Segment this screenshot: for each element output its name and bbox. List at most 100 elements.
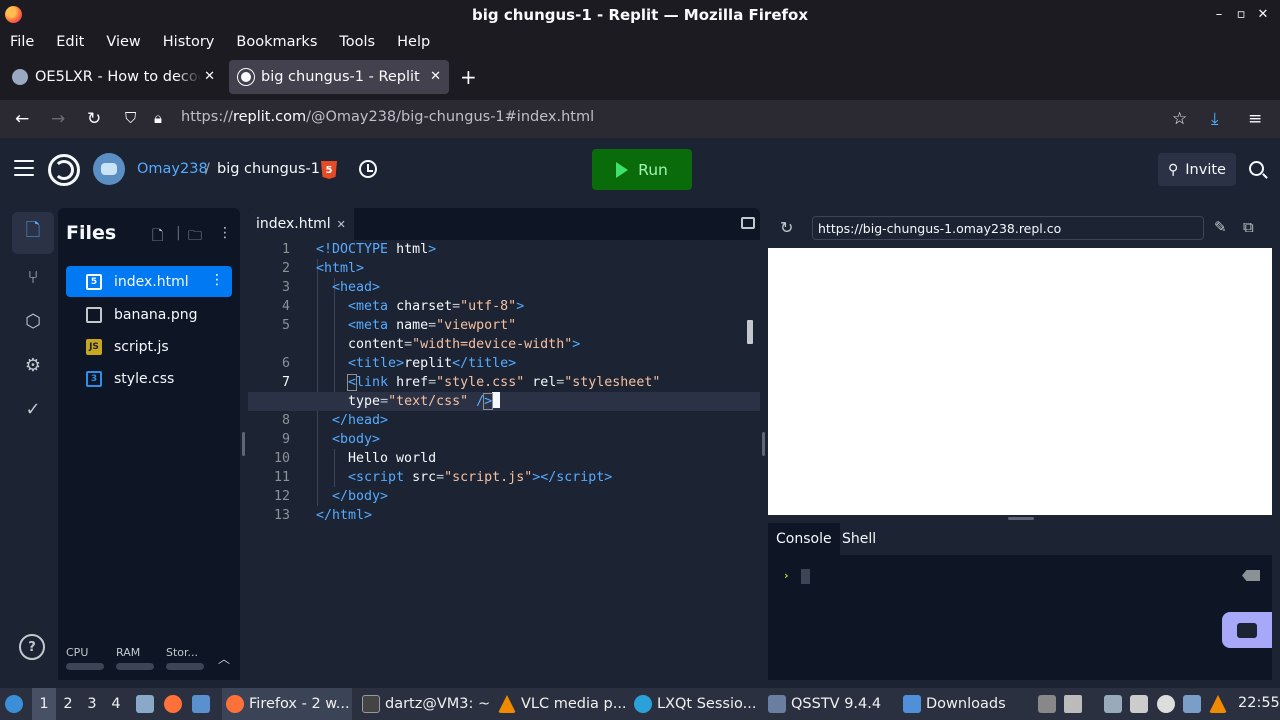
- history-clock-icon[interactable]: [359, 160, 377, 178]
- search-icon[interactable]: [1249, 161, 1264, 176]
- close-tab-icon[interactable]: ✕: [430, 69, 441, 84]
- close-editor-tab-icon[interactable]: ✕: [337, 218, 346, 231]
- files-more-icon[interactable]: ⋮: [218, 225, 232, 241]
- taskbar-item-downloads[interactable]: Downloads: [903, 688, 1006, 720]
- taskbar-item-qsstv[interactable]: QSSTV 9.4.4: [768, 688, 881, 720]
- webview-frame[interactable]: [768, 248, 1272, 515]
- menu-edit[interactable]: Edit: [56, 34, 84, 50]
- file-options-icon[interactable]: ⋮: [210, 272, 224, 288]
- menu-bookmarks[interactable]: Bookmarks: [236, 34, 317, 50]
- tray-clipboard-icon[interactable]: [1038, 695, 1056, 713]
- webview-url-field[interactable]: https://big-chungus-1.omay238.repl.co: [812, 216, 1204, 240]
- workspace-1[interactable]: 1: [32, 688, 56, 720]
- editor-scrollbar[interactable]: [747, 320, 753, 344]
- lock-icon[interactable]: 🔒︎: [154, 109, 162, 127]
- browser-tab-oe5lxr[interactable]: OE5LXR - How to decode ✕: [3, 60, 223, 94]
- downloads-arrow-icon[interactable]: ⤓: [1211, 109, 1219, 129]
- tray-updates-icon[interactable]: [1183, 695, 1201, 713]
- code-line-active: type="text/css" />: [248, 392, 760, 411]
- checkmark-icon[interactable]: ✓: [12, 388, 54, 430]
- refresh-icon[interactable]: ↻: [780, 218, 793, 237]
- hamburger-menu-icon[interactable]: [14, 160, 34, 176]
- user-avatar[interactable]: [93, 153, 125, 185]
- file-item-index-html[interactable]: 5 index.html ⋮: [66, 266, 232, 297]
- open-new-tab-icon[interactable]: ⧉: [1243, 218, 1254, 236]
- workspace-3[interactable]: 3: [80, 688, 104, 720]
- reload-icon[interactable]: ↻: [87, 109, 101, 129]
- html-file-icon: 5: [86, 273, 102, 290]
- workspace-2[interactable]: 2: [56, 688, 80, 720]
- close-tab-icon[interactable]: ✕: [204, 69, 215, 84]
- cpu-meter[interactable]: CPU: [66, 646, 104, 670]
- files-launcher-icon[interactable]: [136, 688, 159, 720]
- invite-button[interactable]: ⚲ Invite: [1158, 153, 1236, 186]
- editor-tab-index-html[interactable]: index.html ✕: [248, 208, 354, 240]
- tray-network-icon[interactable]: [1130, 695, 1148, 713]
- start-menu-icon[interactable]: [5, 688, 28, 720]
- chat-bubble-icon[interactable]: [1222, 612, 1272, 648]
- firefox-launcher-icon[interactable]: [164, 688, 187, 720]
- invite-label: Invite: [1185, 161, 1226, 178]
- console-input[interactable]: [801, 569, 810, 584]
- pencil-edit-icon[interactable]: ✎: [1214, 218, 1227, 236]
- repl-name[interactable]: big chungus-1: [217, 161, 320, 177]
- volume-icon[interactable]: [1064, 695, 1082, 713]
- settings-gear-icon[interactable]: ⚙: [12, 344, 54, 386]
- file-item-banana-png[interactable]: banana.png: [66, 299, 232, 330]
- tab-label: big chungus-1 - Replit: [261, 69, 420, 85]
- replit-logo-icon[interactable]: [48, 154, 80, 186]
- browser-tab-replit[interactable]: big chungus-1 - Replit ✕: [229, 60, 449, 94]
- menu-view[interactable]: View: [106, 34, 140, 50]
- chevron-up-icon[interactable]: ︿: [218, 650, 230, 667]
- pane-resize-handle[interactable]: [242, 432, 245, 456]
- file-item-style-css[interactable]: 3 style.css: [66, 363, 232, 394]
- window-titlebar: big chungus-1 - Replit — Mozilla Firefox…: [0, 0, 1280, 29]
- close-window-button[interactable]: ✕: [1252, 5, 1274, 23]
- menu-bar: File Edit View History Bookmarks Tools H…: [0, 29, 1280, 54]
- menu-file[interactable]: File: [10, 34, 34, 50]
- pane-resize-handle[interactable]: [762, 432, 765, 456]
- username-link[interactable]: Omay238: [137, 161, 208, 177]
- tray-notes-icon[interactable]: [1104, 695, 1122, 713]
- clear-console-icon[interactable]: [1242, 570, 1260, 581]
- back-arrow-icon[interactable]: ←: [15, 109, 29, 129]
- bookmark-star-icon[interactable]: ☆: [1172, 109, 1187, 129]
- meter-bar: [166, 663, 204, 670]
- ram-meter[interactable]: RAM: [116, 646, 154, 670]
- new-file-icon[interactable]: 🗋︎: [152, 225, 163, 249]
- code-line: 6 <title>replit</title>: [281, 356, 517, 371]
- menu-help[interactable]: Help: [397, 34, 430, 50]
- maximize-button[interactable]: ▫: [1230, 5, 1252, 23]
- taskbar-item-lxqt-session[interactable]: LXQt Sessio...: [634, 688, 756, 720]
- taskbar-clock[interactable]: 22:55: [1238, 695, 1280, 711]
- run-button[interactable]: Run: [592, 149, 692, 190]
- minimize-button[interactable]: –: [1208, 5, 1230, 23]
- storage-meter[interactable]: Stor...: [166, 646, 204, 670]
- app-menu-icon[interactable]: ≡: [1248, 109, 1262, 129]
- taskbar-item-terminal[interactable]: dartz@VM3: ~: [362, 688, 490, 720]
- file-item-script-js[interactable]: JS script.js: [66, 331, 232, 362]
- help-icon[interactable]: ?: [19, 634, 45, 660]
- taskbar-item-firefox[interactable]: Firefox - 2 w...: [222, 688, 352, 720]
- forward-arrow-icon[interactable]: →: [51, 109, 65, 129]
- editor-layout-icon[interactable]: [741, 217, 755, 229]
- menu-history[interactable]: History: [163, 34, 215, 50]
- tray-vlc-icon[interactable]: [1209, 695, 1227, 713]
- site-info-shield-icon[interactable]: ⛉: [125, 109, 136, 127]
- pane-resize-handle[interactable]: [1008, 517, 1034, 520]
- new-tab-plus-icon[interactable]: +: [460, 65, 477, 89]
- files-icon[interactable]: 🗋︎: [12, 212, 54, 254]
- tray-steam-icon[interactable]: [1157, 695, 1175, 713]
- tab-console[interactable]: Console: [768, 523, 840, 555]
- taskbar-item-vlc[interactable]: VLC media p...: [498, 688, 627, 720]
- code-area[interactable]: 1 <!DOCTYPE html> 2 <html> 3 <head> 4 <met…: [248, 240, 760, 525]
- menu-tools[interactable]: Tools: [339, 34, 375, 50]
- new-folder-icon[interactable]: 🗀︎: [188, 225, 202, 249]
- workspace-4[interactable]: 4: [104, 688, 128, 720]
- version-control-icon[interactable]: ⑂: [12, 256, 54, 298]
- meter-label: Stor...: [166, 646, 199, 659]
- desktop-launcher-icon[interactable]: [192, 688, 215, 720]
- tab-shell[interactable]: Shell: [834, 523, 884, 555]
- address-bar[interactable]: https://replit.com/@Omay238/big-chungus-…: [181, 109, 594, 125]
- packages-cube-icon[interactable]: ⬡: [12, 300, 54, 342]
